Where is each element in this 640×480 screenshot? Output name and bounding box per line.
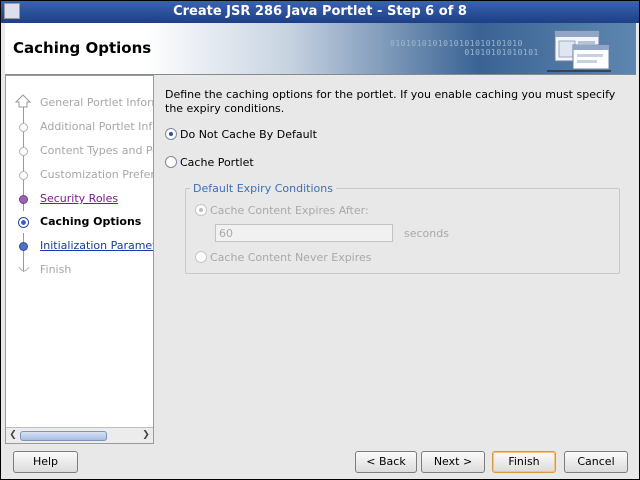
step-label: Finish [40,263,72,276]
cache-portlet-option[interactable]: Cache Portlet [165,155,254,171]
step-customization-preferences: Customization Preferences [6,164,153,186]
step-label[interactable]: Security Roles [40,192,118,205]
back-button[interactable]: < Back [355,451,417,473]
cache-portlet-radio[interactable] [165,156,177,168]
cache-portlet-label[interactable]: Cache Portlet [180,156,254,169]
caching-description: Define the caching options for the portl… [165,88,616,115]
no-cache-label[interactable]: Do Not Cache By Default [180,128,317,141]
caching-options-panel: Define the caching options for the portl… [155,75,636,444]
seconds-unit-label: seconds [404,227,449,240]
step-label: Customization Preferences [40,168,153,181]
banner-binary-decoration: 0101010101010101010101010 01010101010101 [390,39,539,57]
never-expires-radio [195,251,207,263]
cancel-button[interactable]: Cancel [564,451,628,473]
step-bullet-icon [19,242,28,251]
no-cache-option[interactable]: Do Not Cache By Default [165,127,317,143]
no-cache-radio[interactable] [165,128,177,140]
wizard-step-list: General Portlet Information Additional P… [5,75,154,444]
step-label: Additional Portlet Information [40,120,153,133]
step-initialization-parameters[interactable]: Initialization Parameters [6,235,153,257]
expiry-seconds-input: 60 [215,224,393,242]
step-label: Content Types and Portlet Modes [40,144,153,157]
help-button[interactable]: Help [13,451,78,473]
step-additional-portlet-information: Additional Portlet Information [6,116,153,138]
step-bullet-icon [19,123,28,132]
never-expires-option: Cache Content Never Expires [195,250,372,266]
expires-after-radio [195,204,207,216]
wizard-graphic-icon [547,30,611,72]
step-bullet-icon [19,147,28,156]
page-banner: Caching Options 010101010101010101010101… [5,23,636,75]
step-current-icon [18,217,29,228]
next-button[interactable]: Next > [421,451,485,473]
title-bar[interactable]: Create JSR 286 Java Portlet - Step 6 of … [1,1,639,23]
step-caching-options[interactable]: Caching Options [6,211,153,233]
finish-end-icon [18,266,30,272]
expires-after-option: Cache Content Expires After: [195,203,369,219]
step-label[interactable]: Initialization Parameters [40,239,153,252]
expiry-group-title: Default Expiry Conditions [190,182,336,195]
step-general-portlet-information: General Portlet Information [6,92,153,114]
step-content-types: Content Types and Portlet Modes [6,140,153,162]
step-label[interactable]: Caching Options [40,215,141,228]
never-expires-label: Cache Content Never Expires [210,250,372,264]
finish-button[interactable]: Finish [492,451,556,473]
expires-after-label: Cache Content Expires After: [210,203,369,217]
step-security-roles[interactable]: Security Roles [6,188,153,210]
step-finish: Finish [6,259,153,281]
page-title: Caching Options [13,39,152,57]
scrollbar-thumb[interactable] [20,431,107,441]
scroll-right-icon[interactable]: ❯ [140,429,152,441]
step-bullet-icon [19,171,28,180]
scroll-left-icon[interactable]: ❮ [7,429,19,441]
wizard-window: Create JSR 286 Java Portlet - Step 6 of … [0,0,640,480]
step-bullet-icon [19,195,28,204]
step-list-scrollbar[interactable]: ❮ ❯ [6,427,153,443]
window-title: Create JSR 286 Java Portlet - Step 6 of … [173,4,467,19]
step-label: General Portlet Information [40,96,153,109]
